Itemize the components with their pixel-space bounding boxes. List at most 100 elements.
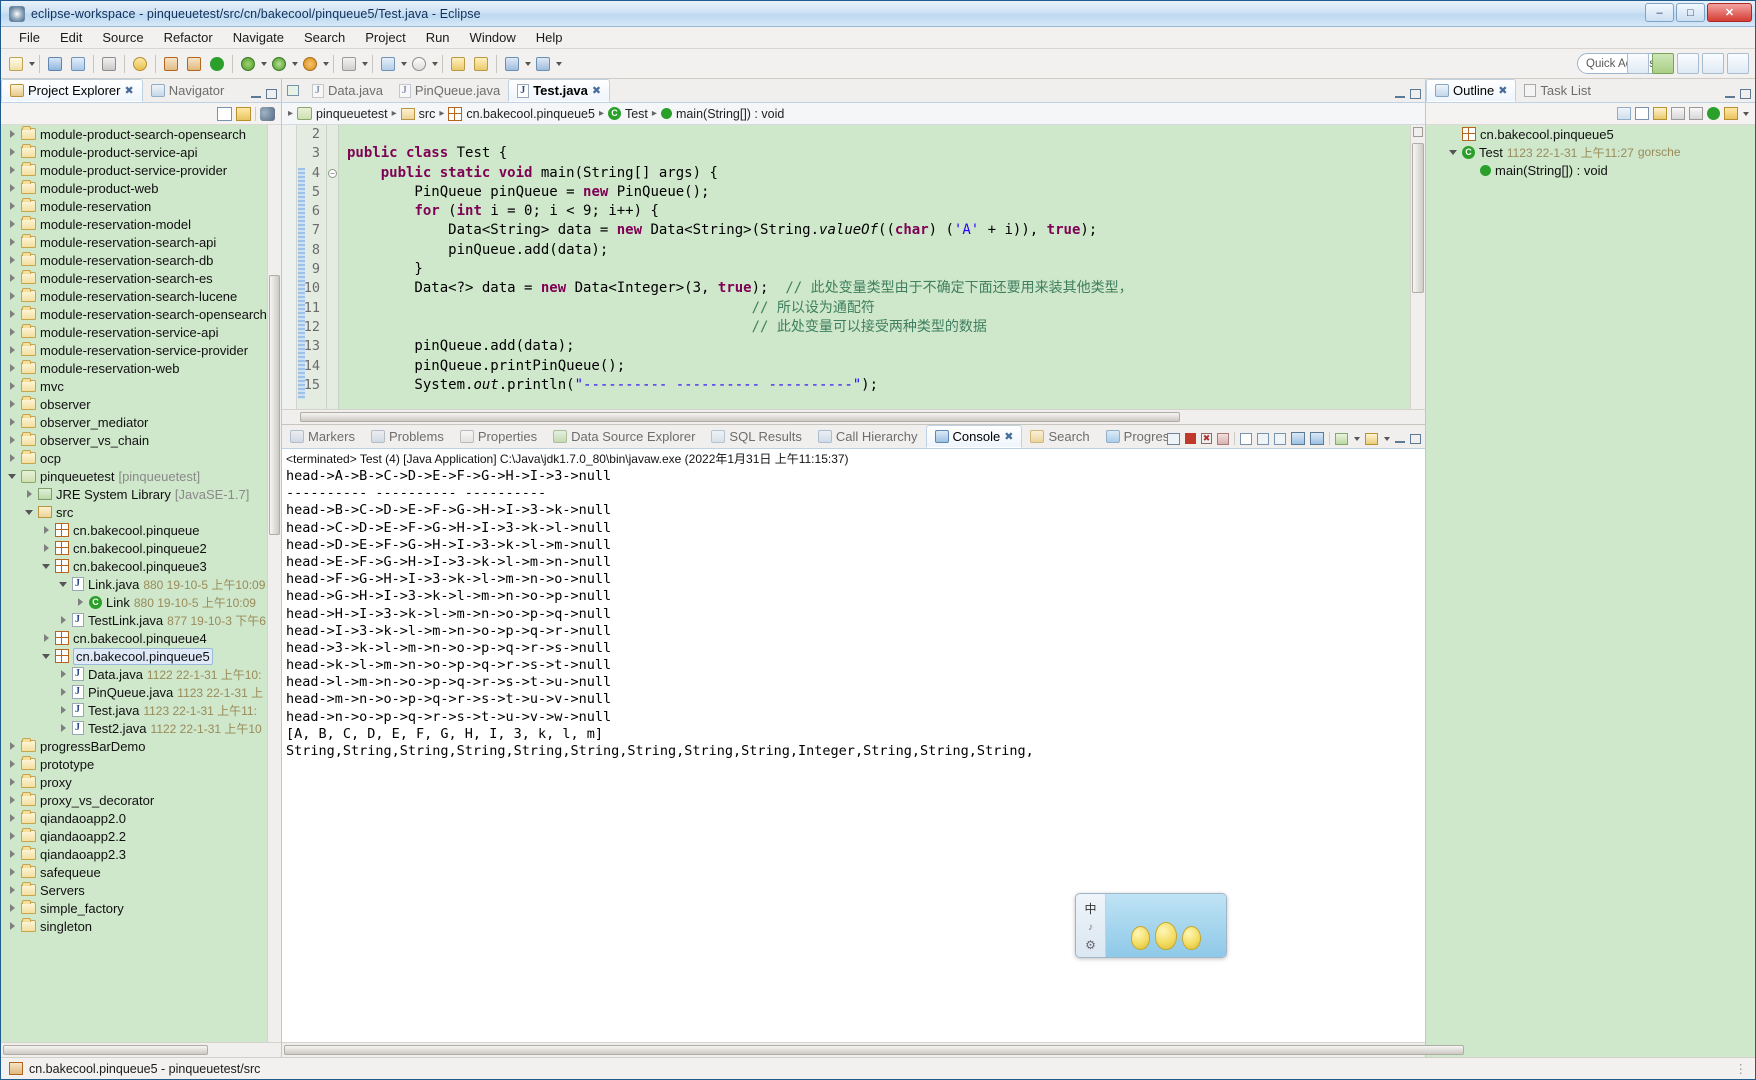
coverage-button[interactable] bbox=[299, 53, 321, 75]
minimize-editor-icon[interactable] bbox=[1395, 90, 1405, 98]
tree-item[interactable]: observer_mediator bbox=[1, 413, 281, 431]
expand-arrow-icon[interactable] bbox=[1448, 149, 1458, 155]
maximize-outline-icon[interactable] bbox=[1740, 89, 1751, 99]
debug-dropdown-icon[interactable] bbox=[261, 61, 267, 66]
word-wrap-icon[interactable] bbox=[1291, 432, 1305, 445]
collapse-arrow-icon[interactable] bbox=[7, 742, 17, 750]
coverage-dropdown-icon[interactable] bbox=[323, 61, 329, 66]
tree-item[interactable]: cn.bakecool.pinqueue4 bbox=[1, 629, 281, 647]
explorer-vscrollbar[interactable] bbox=[267, 125, 281, 1042]
search-dropdown-icon[interactable] bbox=[432, 61, 438, 66]
tree-item[interactable]: Servers bbox=[1, 881, 281, 899]
code-line[interactable]: PinQueue pinQueue = new PinQueue(); bbox=[347, 183, 1425, 202]
new-class-button[interactable] bbox=[206, 53, 228, 75]
code-line[interactable]: // 此处变量可以接受两种类型的数据 bbox=[347, 318, 1425, 337]
collapse-arrow-icon[interactable] bbox=[7, 796, 17, 804]
console-tab-search[interactable]: Search bbox=[1022, 425, 1097, 448]
link-with-editor-outline-icon[interactable] bbox=[1724, 107, 1738, 120]
tree-item[interactable]: qiandaoapp2.2 bbox=[1, 827, 281, 845]
close-button[interactable]: ✕ bbox=[1707, 3, 1752, 22]
external-tools-dropdown-icon[interactable] bbox=[362, 61, 368, 66]
close-icon[interactable]: ✖ bbox=[1004, 430, 1013, 443]
maximize-editor-icon[interactable] bbox=[1410, 89, 1421, 99]
menu-file[interactable]: File bbox=[9, 28, 50, 47]
sort-icon[interactable] bbox=[1653, 107, 1667, 120]
tree-item[interactable]: module-reservation bbox=[1, 197, 281, 215]
menu-source[interactable]: Source bbox=[92, 28, 153, 47]
collapse-arrow-icon[interactable] bbox=[7, 166, 17, 174]
editor-vscrollbar[interactable] bbox=[1410, 125, 1425, 409]
run-button[interactable] bbox=[268, 53, 290, 75]
tree-item[interactable]: module-reservation-search-db bbox=[1, 251, 281, 269]
fold-toggle-icon[interactable]: − bbox=[328, 168, 337, 178]
collapse-arrow-icon[interactable] bbox=[7, 382, 17, 390]
console-hscrollbar[interactable] bbox=[282, 1042, 1464, 1057]
collapse-arrow-icon[interactable] bbox=[58, 706, 68, 714]
tab-navigator[interactable]: Navigator bbox=[143, 79, 233, 102]
perspective-more[interactable] bbox=[1727, 53, 1749, 74]
collapse-arrow-icon[interactable] bbox=[7, 148, 17, 156]
source-code[interactable]: public class Test { public static void m… bbox=[339, 125, 1425, 409]
breadcrumb-item[interactable]: cn.bakecool.pinqueue5 bbox=[466, 107, 595, 121]
editor-hscrollbar[interactable] bbox=[282, 409, 1425, 424]
code-line[interactable]: public class Test { bbox=[347, 144, 1425, 163]
tree-item[interactable]: singleton bbox=[1, 917, 281, 935]
collapse-arrow-icon[interactable] bbox=[7, 184, 17, 192]
code-line[interactable]: pinQueue.add(data); bbox=[347, 241, 1425, 260]
expand-arrow-icon[interactable] bbox=[58, 581, 68, 587]
tree-item[interactable]: module-product-search-opensearch bbox=[1, 125, 281, 143]
console-tab-console[interactable]: Console ✖ bbox=[925, 425, 1023, 448]
collapse-arrow-icon[interactable] bbox=[7, 274, 17, 282]
collapse-arrow-icon[interactable] bbox=[7, 346, 17, 354]
forward-dropdown-icon[interactable] bbox=[556, 61, 562, 66]
scroll-lock-icon[interactable] bbox=[1257, 432, 1269, 445]
show-console-icon[interactable] bbox=[1310, 432, 1324, 445]
code-line[interactable]: // 所以设为通配符 bbox=[347, 299, 1425, 318]
collapse-arrow-icon[interactable] bbox=[7, 436, 17, 444]
collapse-all-outline-icon[interactable] bbox=[1635, 107, 1649, 120]
tree-item[interactable]: module-product-web bbox=[1, 179, 281, 197]
menu-refactor[interactable]: Refactor bbox=[154, 28, 223, 47]
outline-item[interactable]: main(String[]) : void bbox=[1426, 161, 1755, 179]
console-tab-problems[interactable]: Problems bbox=[363, 425, 452, 448]
tree-item[interactable]: module-product-service-api bbox=[1, 143, 281, 161]
console-tab-call-hierarchy[interactable]: Call Hierarchy bbox=[810, 425, 926, 448]
back-dropdown-icon[interactable] bbox=[525, 61, 531, 66]
minimize-outline-icon[interactable] bbox=[1725, 90, 1735, 98]
outline-menu-icon[interactable] bbox=[1743, 111, 1749, 116]
collapse-arrow-icon[interactable] bbox=[7, 850, 17, 858]
menu-search[interactable]: Search bbox=[294, 28, 355, 47]
new-button[interactable] bbox=[5, 53, 27, 75]
tree-item[interactable]: module-reservation-search-opensearch bbox=[1, 305, 281, 323]
folding-ruler[interactable]: − bbox=[327, 125, 339, 409]
menu-help[interactable]: Help bbox=[526, 28, 573, 47]
debug-button[interactable] bbox=[237, 53, 259, 75]
open-perspective-button[interactable] bbox=[1627, 53, 1649, 74]
status-resize-grip[interactable]: ⋮ bbox=[1735, 1061, 1748, 1076]
collapse-arrow-icon[interactable] bbox=[41, 544, 51, 552]
ime-sub-icon[interactable]: ♪ bbox=[1088, 922, 1093, 933]
tree-item[interactable]: observer_vs_chain bbox=[1, 431, 281, 449]
perspective-debug[interactable] bbox=[1702, 53, 1724, 74]
link-with-editor-icon[interactable] bbox=[236, 106, 251, 121]
terminate-icon[interactable] bbox=[1185, 433, 1196, 444]
tree-item[interactable]: qiandaoapp2.3 bbox=[1, 845, 281, 863]
code-line[interactable]: public static void main(String[] args) { bbox=[347, 164, 1425, 183]
hide-nonpublic-icon[interactable] bbox=[1707, 107, 1720, 120]
collapse-arrow-icon[interactable] bbox=[7, 328, 17, 336]
tree-item[interactable]: Test2.java1122 22-1-31 上午10 bbox=[1, 719, 281, 737]
breadcrumb-item[interactable]: Test bbox=[625, 107, 648, 121]
annotation-ruler[interactable] bbox=[282, 125, 297, 409]
next-annotation-button[interactable] bbox=[470, 53, 492, 75]
perspective-java[interactable] bbox=[1677, 53, 1699, 74]
tree-item[interactable]: module-reservation-search-es bbox=[1, 269, 281, 287]
editor-tab-pinqueue-java[interactable]: PinQueue.java bbox=[391, 79, 508, 102]
tree-item[interactable]: module-reservation-search-api bbox=[1, 233, 281, 251]
explorer-vscroll-thumb[interactable] bbox=[269, 275, 280, 535]
maximize-view-icon[interactable] bbox=[266, 89, 277, 99]
minimize-button[interactable]: – bbox=[1645, 3, 1674, 22]
breadcrumb-item[interactable]: src bbox=[419, 107, 436, 121]
run-dropdown-icon[interactable] bbox=[292, 61, 298, 66]
outline-item[interactable]: cn.bakecool.pinqueue5 bbox=[1426, 125, 1755, 143]
tree-item[interactable]: observer bbox=[1, 395, 281, 413]
